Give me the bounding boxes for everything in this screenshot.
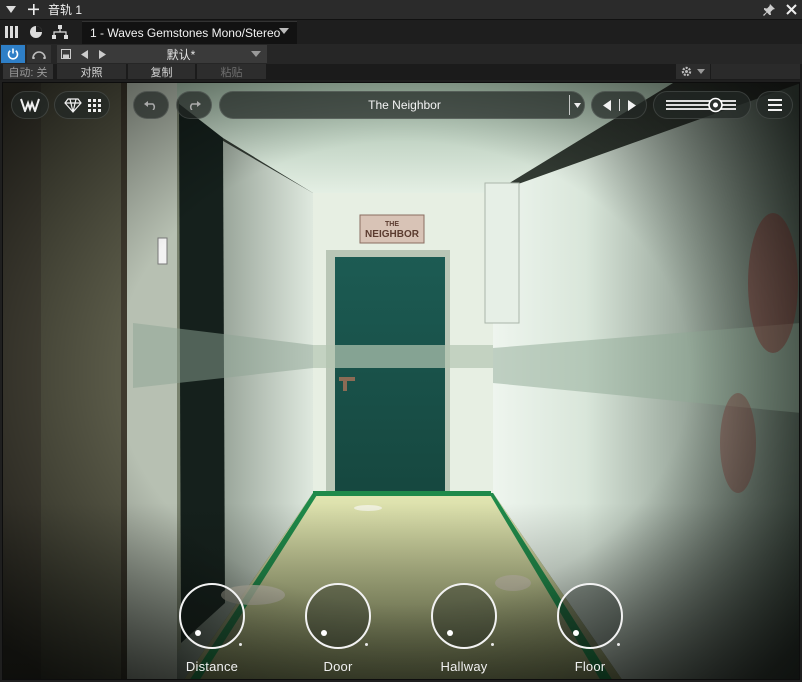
svg-text:THE: THE [385, 221, 399, 228]
plugin-tab[interactable]: 1 - Waves Gemstones Mono/Stereo [82, 21, 297, 44]
knob-indicator [195, 630, 201, 636]
copy-button[interactable]: 复制 [128, 64, 196, 79]
host-preset-selector[interactable]: 默认* [57, 45, 267, 63]
knob-label: Floor [574, 659, 606, 674]
chevron-down-icon [697, 68, 705, 74]
redo-button[interactable] [176, 91, 212, 119]
previous-preset-button[interactable] [602, 99, 611, 111]
knob-distance: Distance [167, 583, 257, 674]
power-icon [7, 48, 19, 60]
output-slider-track[interactable] [666, 97, 738, 113]
track-title: 音轨 1 [48, 3, 83, 17]
collapse-icon[interactable] [0, 0, 22, 20]
bypass-icon [32, 51, 46, 59]
knob-floor: Floor [545, 583, 635, 674]
paste-button[interactable]: 粘贴 [197, 64, 267, 79]
redo-icon [189, 101, 201, 110]
close-icon[interactable] [780, 0, 802, 20]
waves-menu-button[interactable] [11, 91, 49, 119]
grid-icon [87, 98, 101, 112]
knob-door: Door [293, 583, 383, 674]
knob-max-tick [617, 643, 620, 646]
distance-knob[interactable] [179, 583, 245, 649]
undo-icon [144, 101, 156, 110]
knob-label: Door [323, 659, 353, 674]
automation-button[interactable]: 自动: 关 [3, 64, 53, 79]
knob-max-tick [239, 643, 242, 646]
waves-logo-icon [20, 98, 40, 112]
chevron-down-icon[interactable] [279, 28, 289, 34]
title-bar: 音轨 1 [0, 0, 802, 20]
host-preset-name: 默认* [166, 47, 196, 62]
plugin-preset-name: The Neighbor [368, 98, 441, 112]
mixer-view-icon[interactable] [0, 20, 24, 44]
knob-label: Distance [185, 659, 239, 674]
output-slider-thumb-center [713, 102, 718, 108]
hamburger-menu-icon [767, 99, 782, 111]
knob-indicator [447, 630, 453, 636]
diamond-icon [63, 97, 82, 113]
plugin-preset-selector[interactable]: The Neighbor [219, 91, 585, 119]
compare-button[interactable]: 对照 [57, 64, 127, 79]
pin-icon[interactable] [758, 0, 780, 20]
hallway-knob[interactable] [431, 583, 497, 649]
knob-area-shade [3, 503, 799, 679]
floor-knob[interactable] [557, 583, 623, 649]
add-icon[interactable] [22, 0, 44, 20]
chevron-left-icon [602, 99, 611, 111]
preset-navigation [591, 91, 647, 119]
prev-preset-icon[interactable] [75, 45, 93, 63]
plugin-menu-button[interactable] [756, 91, 793, 119]
knob-max-tick [365, 643, 368, 646]
plugin-tab-label: 1 - Waves Gemstones Mono/Stereo [90, 26, 281, 40]
gemstones-browser-button[interactable] [54, 91, 110, 119]
gear-icon [681, 66, 692, 77]
plugin-panel: THE NEIGHBOR The Neighbor Distance Door … [2, 82, 800, 680]
knob-hallway: Hallway [419, 583, 509, 674]
chevron-right-icon [627, 99, 636, 111]
svg-text:NEIGHBOR: NEIGHBOR [365, 229, 420, 240]
knob-indicator [573, 630, 579, 636]
sends-icon[interactable] [24, 20, 48, 44]
undo-button[interactable] [133, 91, 169, 119]
next-preset-button[interactable] [627, 99, 636, 111]
side-panel-slot [711, 64, 800, 79]
chevron-down-icon[interactable] [251, 51, 261, 57]
settings-button[interactable] [676, 64, 710, 79]
output-slider[interactable] [653, 91, 751, 119]
next-preset-icon[interactable] [93, 45, 111, 63]
power-button[interactable] [1, 45, 25, 63]
routing-icon[interactable] [48, 20, 72, 44]
knob-label: Hallway [440, 659, 488, 674]
knob-max-tick [491, 643, 494, 646]
knob-indicator [321, 630, 327, 636]
preset-dropdown-button[interactable] [570, 102, 584, 108]
door-knob[interactable] [305, 583, 371, 649]
bypass-button[interactable] [27, 45, 51, 63]
chevron-down-icon [573, 102, 581, 108]
nav-divider [618, 99, 620, 111]
save-preset-icon[interactable] [57, 45, 75, 63]
